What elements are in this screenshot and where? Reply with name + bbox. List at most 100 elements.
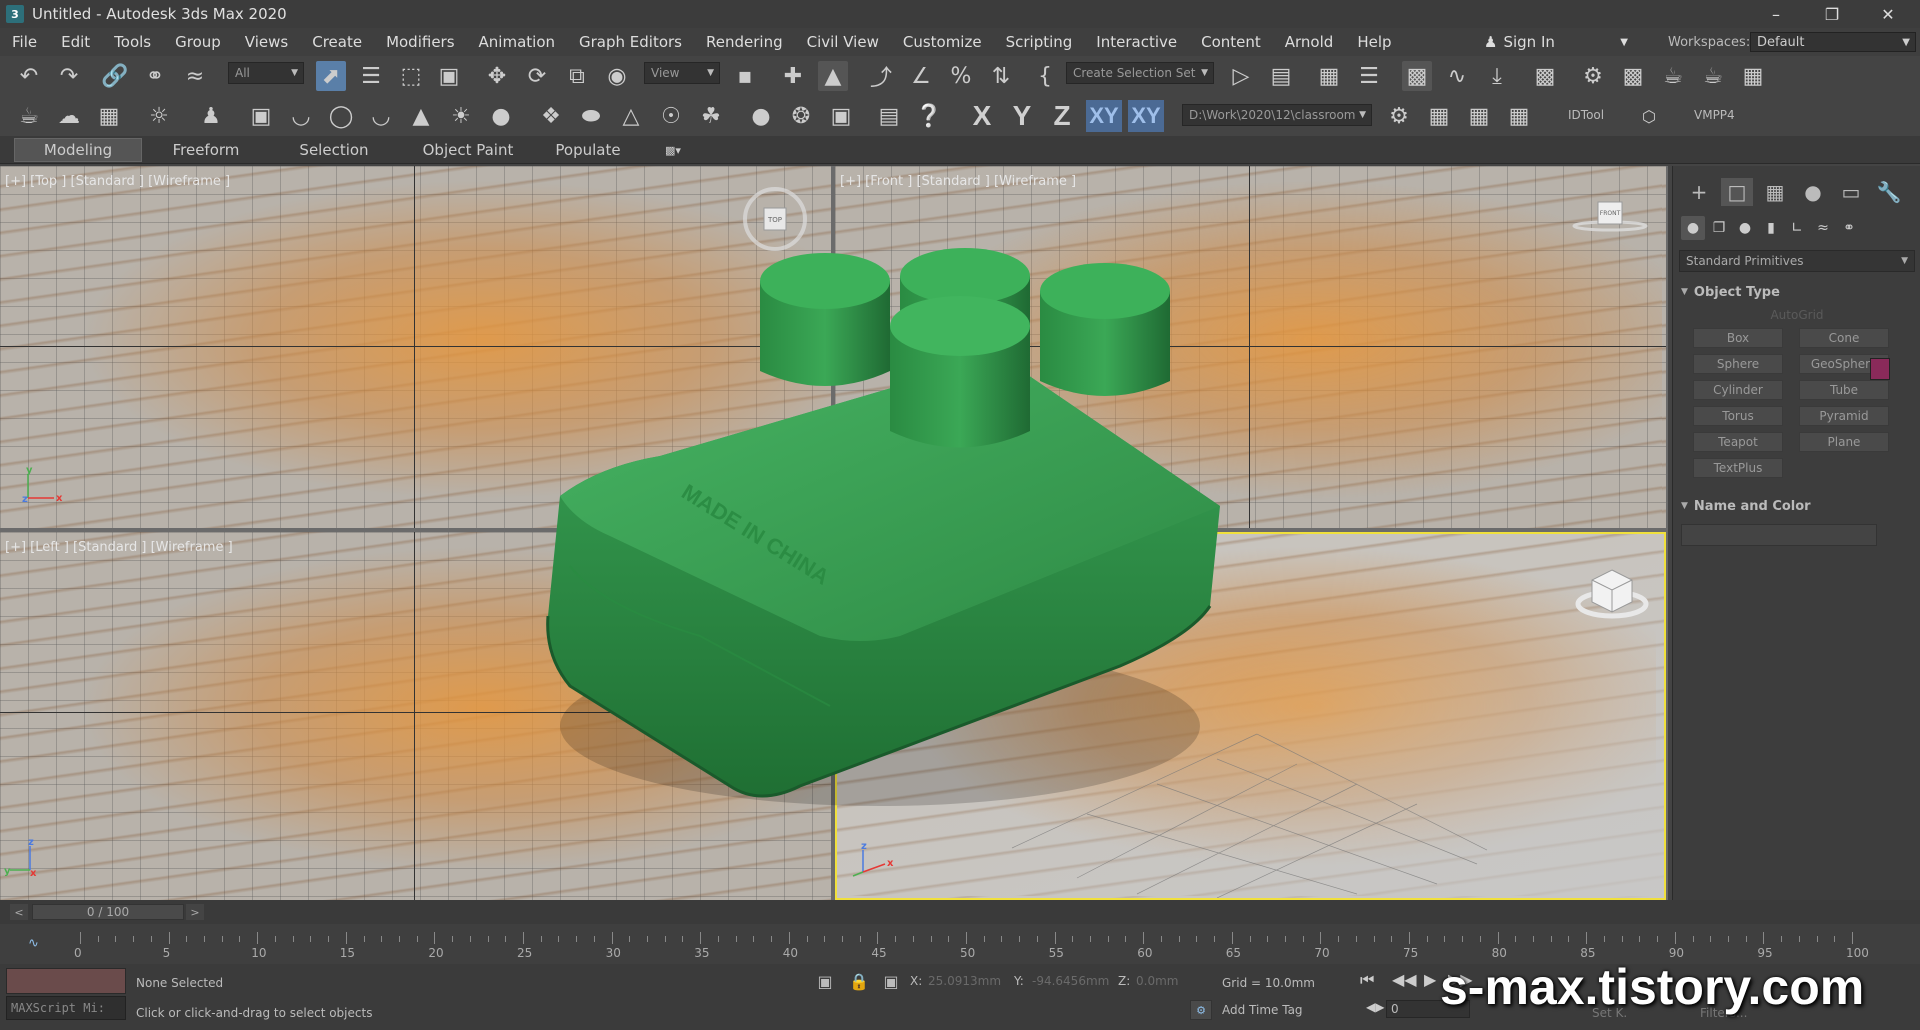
utilities-tab-icon[interactable]: 🔧 [1873,178,1905,206]
pivot-center-icon[interactable]: ▪ [730,61,760,91]
render-shortcuts-icon[interactable]: ▦ [1738,61,1768,91]
light-bulb-icon[interactable]: ☼ [144,101,174,131]
add-time-tag-button[interactable]: ⚙ Add Time Tag [1190,1000,1303,1020]
align-icon[interactable]: ▤ [1266,61,1296,91]
layer-explorer-icon[interactable]: ☰ [1354,61,1384,91]
object-name-input[interactable] [1681,524,1877,546]
lights-icon[interactable]: ● [1733,216,1757,240]
menu-scripting[interactable]: Scripting [994,28,1085,56]
space-warps-icon[interactable]: ≈ [1811,216,1835,240]
mapping-icon[interactable]: ▤ [874,101,904,131]
tree-icon[interactable]: △ [616,101,646,131]
idtool-button[interactable]: IDTool [1568,108,1604,122]
play-icon[interactable]: ▶ [1424,970,1436,989]
box-primitive-icon[interactable]: ▣ [246,101,276,131]
teapot-button[interactable]: Teapot [1693,432,1783,452]
name-and-color-rollout[interactable]: ▼ Name and Color [1681,496,1913,516]
window-crossing-icon[interactable]: ▣ [434,61,464,91]
tab-populate[interactable]: Populate [538,138,638,162]
menu-help[interactable]: Help [1345,28,1403,56]
object-type-rollout[interactable]: ▼ Object Type [1681,282,1913,302]
restore-icon[interactable]: ❐ [1804,0,1860,28]
go-to-start-icon[interactable]: ⏮ [1360,970,1374,990]
menu-graph-editors[interactable]: Graph Editors [567,28,694,56]
menu-tools[interactable]: Tools [102,28,163,56]
sphere-icon[interactable]: ● [486,101,516,131]
rendered-frame-window-icon[interactable]: ▩ [1618,61,1648,91]
tab-object-paint[interactable]: Object Paint [398,138,538,162]
mirror-icon[interactable]: ▷ [1226,61,1256,91]
place-icon[interactable]: ◉ [602,61,632,91]
selection-filter-dropdown[interactable]: All ▼ [228,62,304,84]
helpers-icon[interactable]: ∟ [1785,216,1809,240]
keyboard-shortcut-override-icon[interactable]: ▲ [818,61,848,91]
tab-selection[interactable]: Selection [270,138,398,162]
cloud-icon[interactable]: ☁ [54,101,84,131]
lock-icon[interactable]: 🔒 [848,970,870,992]
link-icon[interactable]: 🔗 [100,61,130,91]
material-sphere-icon[interactable]: ● [746,101,776,131]
textplus-button[interactable]: TextPlus [1693,458,1783,478]
tab-freeform[interactable]: Freeform [142,138,270,162]
time-slider-next[interactable]: > [186,904,204,920]
move-icon[interactable]: ✥ [482,61,512,91]
named-selection-set-dropdown[interactable]: Create Selection Set ▼ [1066,62,1214,84]
rotate-icon[interactable]: ⟳ [522,61,552,91]
tube-button[interactable]: Tube [1799,380,1889,400]
plane-button[interactable]: Plane [1799,432,1889,452]
create-tab-icon[interactable]: + [1683,178,1715,206]
cameras-icon[interactable]: ▮ [1759,216,1783,240]
axis-y-button[interactable]: Y [1006,100,1038,132]
particle-icon[interactable]: ❖ [536,101,566,131]
plant-icon[interactable]: ☘ [696,101,726,131]
ribbon-toggle-icon[interactable]: ▩ [1402,61,1432,91]
menu-create[interactable]: Create [300,28,374,56]
maxscript-mini-listener[interactable]: MAXScript Mi: [6,996,126,1020]
scene-explorer-icon[interactable]: ▦ [1314,61,1344,91]
maxscript-listener[interactable] [6,968,126,994]
unlink-icon[interactable]: ⚭ [140,61,170,91]
globe-icon[interactable]: ☉ [656,101,686,131]
project-icon[interactable]: ⚙ [1384,101,1414,131]
image-icon[interactable]: ▦ [94,101,124,131]
menu-content[interactable]: Content [1189,28,1273,56]
select-manipulate-icon[interactable]: ✚ [778,61,808,91]
menu-customize[interactable]: Customize [891,28,994,56]
modify-tab-icon[interactable]: □ [1721,178,1753,206]
curve-editor-icon[interactable]: ∿ [1442,61,1472,91]
workspace-select[interactable]: Default ▼ [1750,32,1916,52]
material-editor-icon[interactable]: ▩ [1530,61,1560,91]
minimize-icon[interactable]: – [1748,0,1804,28]
dome-icon[interactable]: ◡ [286,101,316,131]
hierarchy-tab-icon[interactable]: ▦ [1759,178,1791,206]
help-circle-icon[interactable]: ❔ [914,101,944,131]
cylinder-button[interactable]: Cylinder [1693,380,1783,400]
axis-xy-cycle-button[interactable]: XY [1128,100,1164,132]
menu-civil-view[interactable]: Civil View [795,28,891,56]
isolate-selection-icon[interactable]: ▣ [814,970,836,992]
ribbon-options-icon[interactable]: ▩▾ [656,138,690,162]
bind-space-warp-icon[interactable]: ≈ [180,61,210,91]
time-slider-handle[interactable]: 0 / 100 [32,904,184,920]
menu-arnold[interactable]: Arnold [1273,28,1346,56]
sign-in-button[interactable]: ♟ Sign In ▼ [1484,28,1628,56]
y-coordinate-field[interactable]: -94.6456mm [1032,972,1109,990]
percent-snap-icon[interactable]: % [946,61,976,91]
previous-frame-icon[interactable]: ◀◀ [1392,970,1417,989]
menu-interactive[interactable]: Interactive [1084,28,1189,56]
scale-icon[interactable]: ⧉ [562,61,592,91]
undo-icon[interactable]: ↶ [14,61,44,91]
pyramid-button[interactable]: Pyramid [1799,406,1889,426]
motion-tab-icon[interactable]: ● [1797,178,1829,206]
snaps-toggle-icon[interactable]: ⤴ [866,61,896,91]
menu-edit[interactable]: Edit [49,28,102,56]
vmpp-button[interactable]: VMPP4 [1694,108,1735,122]
character-icon[interactable]: ♟ [196,101,226,131]
tab-modeling[interactable]: Modeling [14,138,142,162]
render-setup-icon[interactable]: ⚙ [1578,61,1608,91]
select-by-name-icon[interactable]: ☰ [356,61,386,91]
axis-xy-button[interactable]: XY [1086,100,1122,132]
folder-icon[interactable]: ▦ [1424,101,1454,131]
z-coordinate-field[interactable]: 0.0mm [1136,972,1196,990]
folder-down-icon[interactable]: ▦ [1464,101,1494,131]
